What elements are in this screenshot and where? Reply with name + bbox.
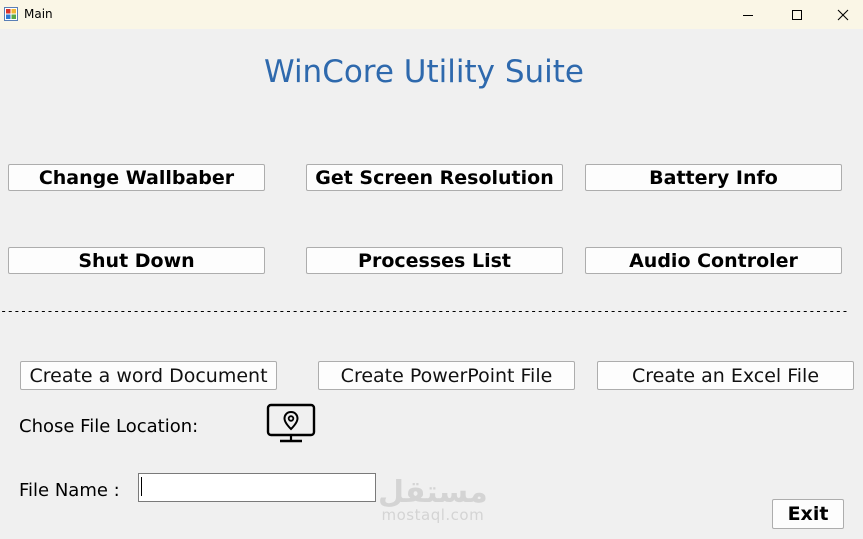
processes-list-button[interactable]: Processes List bbox=[306, 247, 563, 274]
maximize-icon bbox=[792, 9, 802, 20]
location-monitor-icon[interactable] bbox=[266, 403, 316, 444]
create-word-button[interactable]: Create a word Document bbox=[20, 361, 277, 390]
section-divider: ----------------------------------------… bbox=[0, 304, 848, 318]
battery-info-button[interactable]: Battery Info bbox=[585, 164, 842, 191]
app-window-icon bbox=[4, 7, 18, 21]
text-caret bbox=[141, 477, 142, 496]
minimize-icon bbox=[743, 14, 753, 16]
title-bar: Main bbox=[0, 0, 863, 29]
close-button[interactable] bbox=[820, 0, 863, 29]
exit-button[interactable]: Exit bbox=[772, 499, 844, 529]
watermark: مستقل mostaql.com bbox=[378, 478, 488, 523]
shut-down-button[interactable]: Shut Down bbox=[8, 247, 265, 274]
watermark-logo: مستقل bbox=[378, 475, 488, 510]
change-wallpaper-button[interactable]: Change Wallbaber bbox=[8, 164, 265, 191]
watermark-url: mostaql.com bbox=[381, 506, 485, 524]
file-name-label: File Name : bbox=[19, 480, 120, 501]
file-name-input[interactable] bbox=[138, 473, 376, 502]
minimize-button[interactable] bbox=[725, 0, 771, 29]
close-icon bbox=[837, 9, 849, 20]
create-powerpoint-button[interactable]: Create PowerPoint File bbox=[318, 361, 575, 390]
window-title: Main bbox=[24, 7, 53, 21]
create-excel-button[interactable]: Create an Excel File bbox=[597, 361, 854, 390]
maximize-button[interactable] bbox=[774, 0, 820, 29]
app-heading: WinCore Utility Suite bbox=[263, 54, 585, 90]
audio-controller-button[interactable]: Audio Controler bbox=[585, 247, 842, 274]
file-location-label: Chose File Location: bbox=[19, 416, 199, 437]
screen-resolution-button[interactable]: Get Screen Resolution bbox=[306, 164, 563, 191]
